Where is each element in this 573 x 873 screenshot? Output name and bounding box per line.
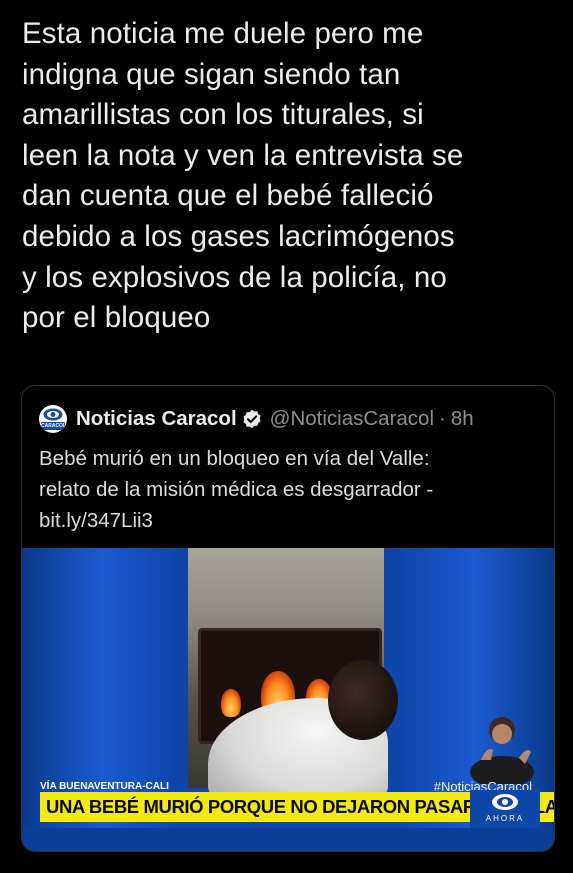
video-frame bbox=[188, 548, 398, 808]
person-head bbox=[328, 660, 398, 740]
avatar[interactable]: CARACOL bbox=[39, 405, 67, 433]
ahora-label: AHORA bbox=[485, 814, 525, 823]
avatar-label: CARACOL bbox=[41, 422, 66, 430]
quoted-tweet-header: CARACOL Noticias Caracol @NoticiasCaraco… bbox=[39, 404, 474, 434]
sign-language-interpreter-icon bbox=[470, 717, 534, 784]
tweet-text: Esta noticia me duele pero me indigna qu… bbox=[22, 17, 464, 335]
caracol-ahora-badge: AHORA bbox=[470, 790, 540, 828]
caracol-logo-icon bbox=[43, 408, 63, 421]
quoted-tweet-text: Bebé murió en un bloqueo en vía del Vall… bbox=[39, 447, 434, 532]
quoted-handle[interactable]: @NoticiasCaracol bbox=[270, 407, 434, 431]
quoted-display-name[interactable]: Noticias Caracol bbox=[76, 407, 237, 431]
location-caption: VÍA BUENAVENTURA-CALI bbox=[40, 781, 169, 792]
quoted-timestamp[interactable]: 8h bbox=[451, 407, 474, 431]
bottom-strip bbox=[22, 828, 554, 851]
separator-dot: · bbox=[439, 407, 446, 430]
quoted-tweet-card[interactable]: CARACOL Noticias Caracol @NoticiasCaraco… bbox=[21, 385, 555, 852]
verified-badge-icon bbox=[243, 409, 261, 429]
video-thumbnail[interactable]: VÍA BUENAVENTURA-CALI #NoticiasCaracol U… bbox=[22, 548, 554, 851]
caracol-logo-icon bbox=[492, 794, 518, 810]
